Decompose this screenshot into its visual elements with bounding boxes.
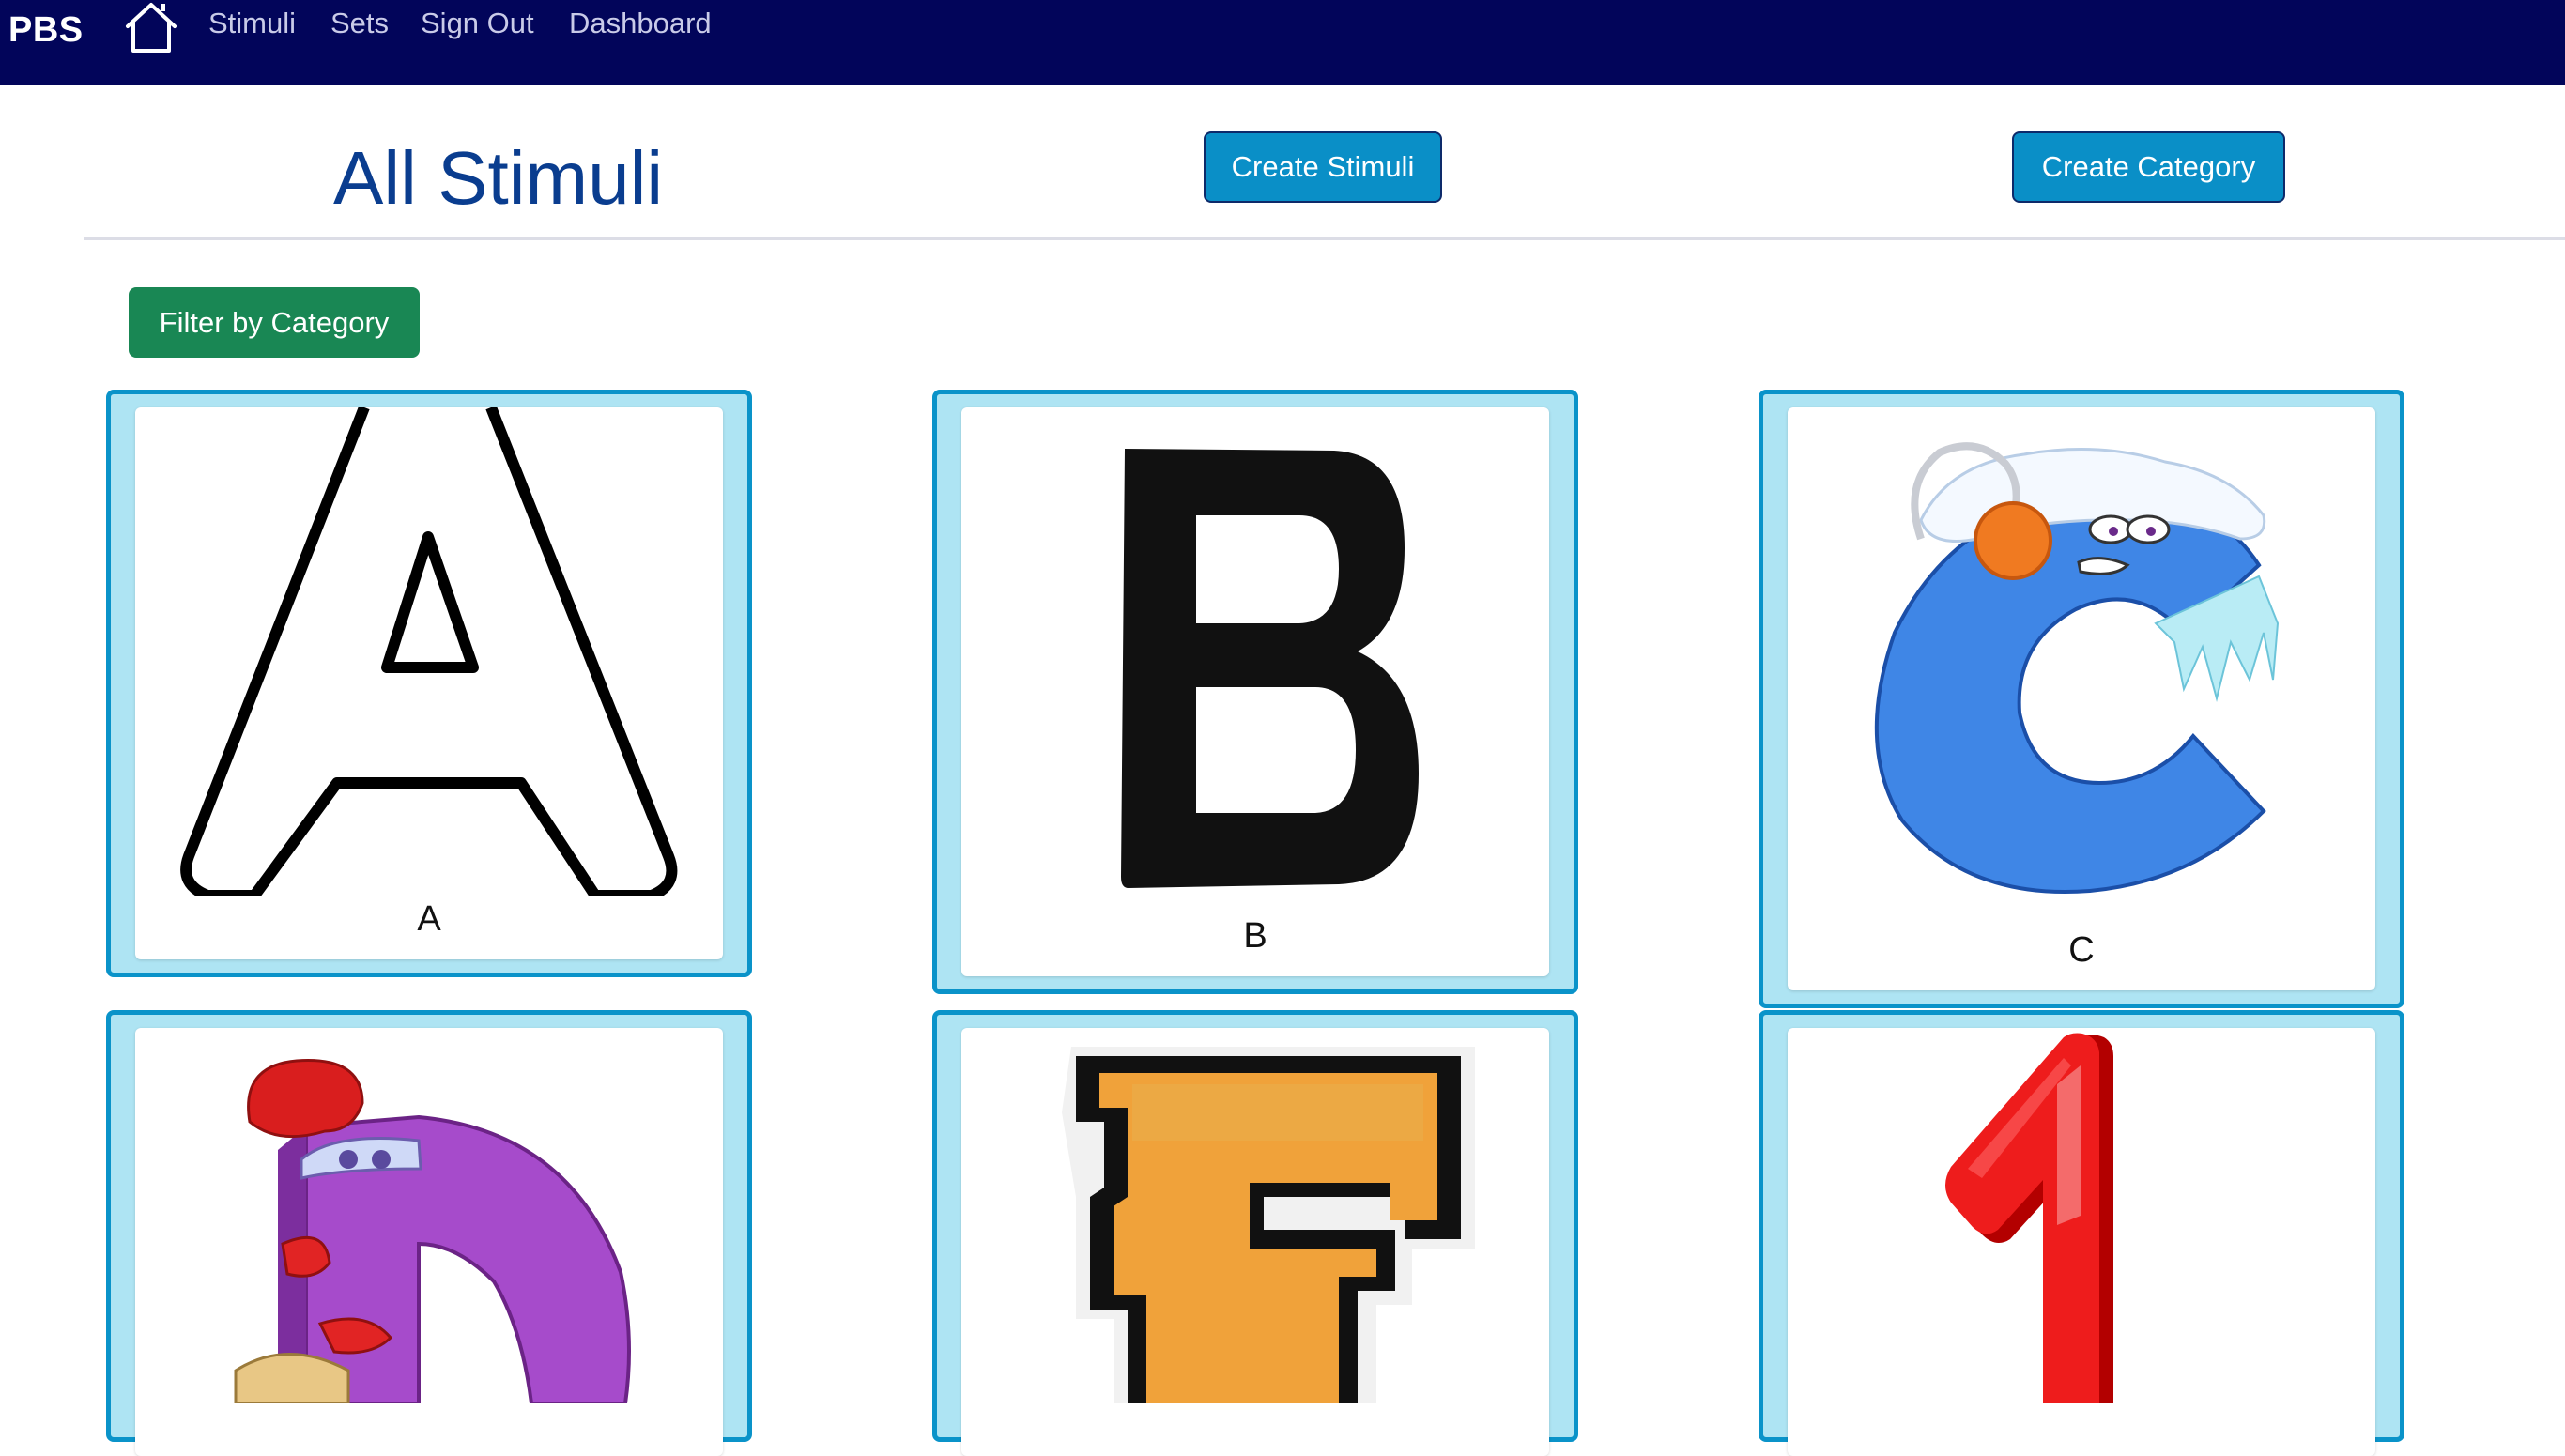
home-icon[interactable] bbox=[122, 0, 180, 54]
stimulus-card-body bbox=[135, 1028, 723, 1456]
navbar: PBS Stimuli Sets Sign Out Dashboard bbox=[0, 0, 2565, 85]
stimulus-card-f[interactable] bbox=[932, 1010, 1578, 1456]
stimulus-image-letter-a bbox=[180, 407, 678, 896]
nav-link-sign-out[interactable]: Sign Out bbox=[421, 5, 534, 42]
stimulus-card-body bbox=[1788, 1028, 2375, 1456]
stimulus-card-c[interactable]: C bbox=[1759, 390, 2404, 1008]
stimulus-card-b[interactable]: B bbox=[932, 390, 1578, 994]
brand-logo[interactable]: PBS bbox=[8, 9, 84, 51]
create-stimuli-button[interactable]: Create Stimuli bbox=[1204, 131, 1442, 203]
stimulus-image-letter-d bbox=[234, 1059, 631, 1403]
stimulus-card-a[interactable]: A bbox=[106, 390, 752, 977]
stimulus-image-letter-f bbox=[1062, 1047, 1475, 1403]
nav-link-sets[interactable]: Sets bbox=[330, 5, 389, 42]
stimulus-card-1[interactable] bbox=[1759, 1010, 2404, 1456]
stimulus-image-letter-c bbox=[1874, 442, 2280, 895]
stimulus-card-body: C bbox=[1788, 407, 2375, 990]
stimulus-card-body: B bbox=[961, 407, 1549, 976]
nav-link-stimuli[interactable]: Stimuli bbox=[208, 5, 296, 42]
stimulus-image-letter-b bbox=[1121, 449, 1419, 888]
stimulus-card-body: A bbox=[135, 407, 723, 959]
stimulus-card-body bbox=[961, 1028, 1549, 1456]
create-category-button[interactable]: Create Category bbox=[2012, 131, 2285, 203]
stimulus-label: B bbox=[1243, 916, 1267, 956]
page-title: All Stimuli bbox=[333, 136, 664, 220]
stimulus-card-d[interactable] bbox=[106, 1010, 752, 1456]
filter-by-category-button[interactable]: Filter by Category bbox=[129, 287, 420, 358]
stimulus-label: C bbox=[2068, 930, 2095, 970]
stimulus-image-number-1 bbox=[1945, 1033, 2113, 1403]
header-divider bbox=[84, 237, 2565, 240]
nav-link-dashboard[interactable]: Dashboard bbox=[569, 5, 712, 42]
stimulus-label: A bbox=[417, 899, 441, 939]
